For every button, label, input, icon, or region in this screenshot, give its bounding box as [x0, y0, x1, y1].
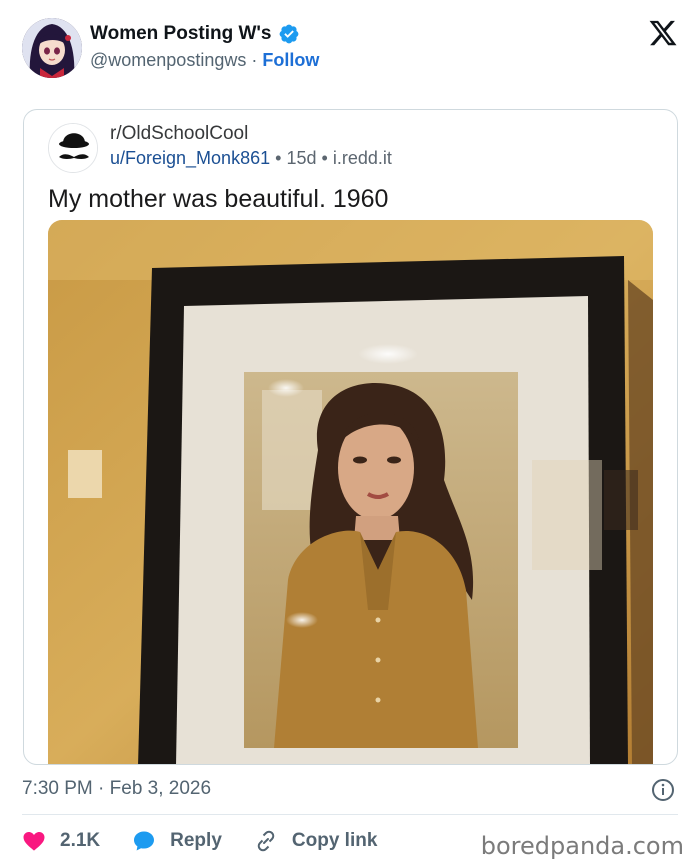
- post-age: 15d: [286, 148, 317, 168]
- profile-avatar[interactable]: [22, 18, 82, 78]
- subreddit-name[interactable]: r/OldSchoolCool: [110, 123, 248, 145]
- copy-link-button[interactable]: Copy link: [254, 829, 378, 853]
- action-bar: 2.1K Reply Copy link: [22, 826, 409, 856]
- reddit-avatar: [48, 123, 98, 173]
- link-icon: [257, 830, 275, 852]
- handle-separator: ·: [251, 50, 258, 70]
- boredpanda-watermark: boredpanda.com: [480, 832, 684, 860]
- post-domain: i.redd.it: [332, 148, 392, 168]
- copy-link-label: Copy link: [291, 830, 378, 851]
- handle-row: @womenpostingws · Follow: [90, 49, 319, 71]
- like-button[interactable]: 2.1K: [22, 829, 100, 853]
- meta-separator: •: [321, 148, 328, 168]
- post-title: My mother was beautiful. 1960: [48, 185, 389, 213]
- reddit-username[interactable]: u/Foreign_Monk861: [110, 148, 270, 168]
- verified-badge-icon: [279, 24, 298, 44]
- reddit-meta-row: u/Foreign_Monk861 • 15d • i.redd.it: [110, 147, 392, 169]
- heart-icon: [23, 832, 45, 851]
- post-photo[interactable]: [48, 220, 653, 764]
- footer-divider: [22, 814, 678, 815]
- reply-button[interactable]: Reply: [132, 829, 222, 853]
- speech-bubble-icon: [134, 831, 155, 851]
- handle[interactable]: @womenpostingws: [90, 50, 246, 70]
- follow-button[interactable]: Follow: [262, 50, 319, 70]
- like-count: 2.1K: [60, 830, 101, 851]
- display-name-row[interactable]: Women Posting W's: [90, 22, 300, 46]
- x-logo-icon[interactable]: [648, 18, 678, 48]
- meta-separator: •: [275, 148, 282, 168]
- display-name[interactable]: Women Posting W's: [90, 22, 272, 46]
- tweet-embed-card: Women Posting W's @womenpostingws · Foll…: [0, 0, 700, 867]
- quoted-reddit-post[interactable]: r/OldSchoolCool u/Foreign_Monk861 • 15d …: [23, 109, 678, 765]
- info-icon[interactable]: [651, 778, 675, 802]
- tweet-timestamp[interactable]: 7:30 PM · Feb 3, 2026: [22, 777, 211, 801]
- reply-label: Reply: [170, 830, 222, 851]
